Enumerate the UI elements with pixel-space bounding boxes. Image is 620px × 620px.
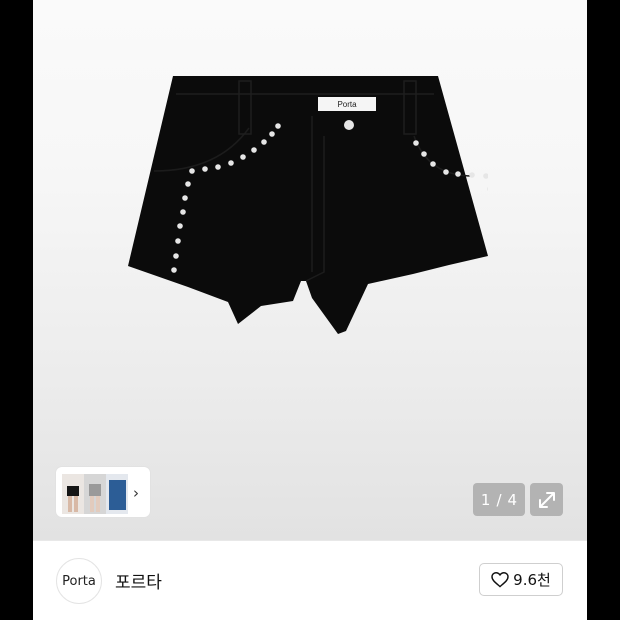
thumbnail-model-legs xyxy=(62,473,84,514)
waistband-label: Porta xyxy=(337,100,357,109)
like-button[interactable]: 9.6천 xyxy=(479,563,563,596)
product-photo-shorts: Porta xyxy=(128,76,488,334)
heart-icon xyxy=(491,571,509,588)
like-count: 9.6천 xyxy=(513,571,551,589)
brand-name[interactable]: 포르타 xyxy=(115,568,162,593)
chevron-right-icon: › xyxy=(133,484,139,502)
page-separator: / xyxy=(496,490,502,509)
thumbnail-strip[interactable]: › xyxy=(56,467,150,517)
product-image[interactable]: Porta › 1 / 4 xyxy=(33,0,587,540)
expand-button[interactable] xyxy=(530,483,563,516)
expand-icon xyxy=(538,491,555,508)
thumbnail-denim xyxy=(106,473,128,514)
total-pages: 4 xyxy=(507,490,518,509)
page-counter: 1 / 4 xyxy=(473,483,525,516)
brand-logo-text: Porta xyxy=(62,573,96,589)
thumbnail-images xyxy=(62,473,128,514)
thumbnail-model-grey xyxy=(84,473,106,514)
product-screen: Porta › 1 / 4 Porta 포르타 9.6천 xyxy=(33,0,587,620)
current-page: 1 xyxy=(480,490,491,509)
brand-bar: Porta 포르타 9.6천 xyxy=(33,540,587,620)
brand-logo[interactable]: Porta xyxy=(56,558,102,604)
